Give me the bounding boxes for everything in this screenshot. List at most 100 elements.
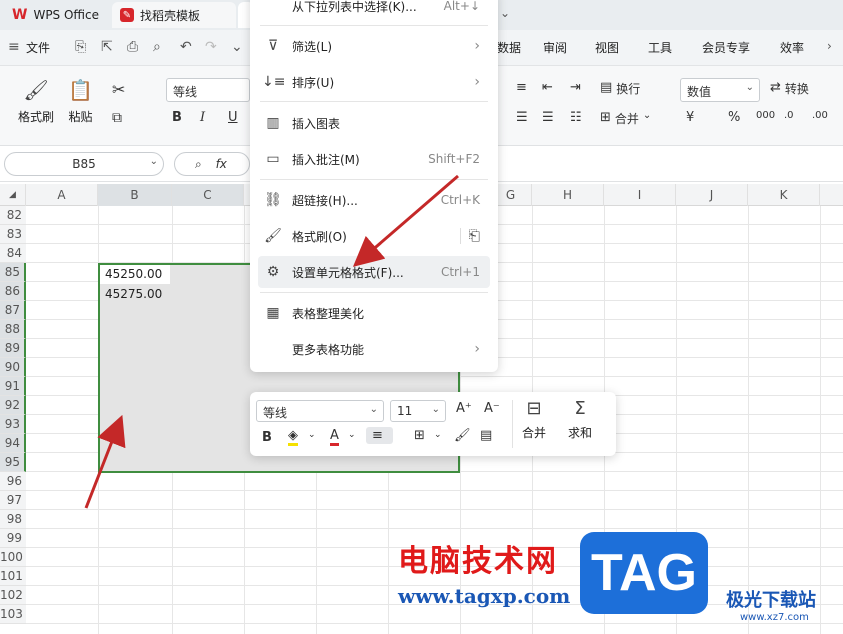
currency-icon[interactable]: ¥ (686, 110, 694, 125)
align-justify-icon[interactable]: ☷ (570, 110, 582, 125)
merge-button[interactable]: ⊞ 合并 ⌄ (600, 110, 651, 127)
wrap-button[interactable]: ▤ 换行 (600, 80, 640, 97)
col-header-c[interactable]: C (172, 184, 244, 206)
fill-color-icon[interactable]: ◈ (288, 428, 298, 446)
font-color-icon[interactable]: A (330, 428, 339, 446)
menu-tools[interactable]: 工具 (648, 39, 672, 56)
col-header-i[interactable]: I (604, 184, 676, 206)
save-icon[interactable]: ⎘ (75, 39, 86, 55)
format-painter-button[interactable]: 🖌 格式刷 (18, 78, 54, 125)
align-top-icon[interactable]: ≡ (516, 80, 527, 95)
table-style-icon[interactable]: ▤ (480, 428, 492, 443)
chevron-down-icon[interactable]: ⌄ (434, 430, 442, 440)
decimal-increase-icon[interactable]: .0 (784, 110, 794, 121)
col-header-k[interactable]: K (748, 184, 820, 206)
row-header-cell[interactable]: 87 (0, 301, 26, 320)
chevron-down-icon[interactable]: ⌄ (348, 430, 356, 440)
menu-file[interactable]: 文件 (26, 39, 50, 56)
row-header-cell[interactable]: 93 (0, 415, 26, 434)
tab-template[interactable]: ✎ 找稻壳模板 (112, 2, 236, 28)
align-center-button[interactable]: ≡ (366, 427, 393, 444)
row-header-cell[interactable]: 95 (0, 453, 26, 472)
mini-font-size-select[interactable]: 11 ⌄ (390, 400, 446, 422)
cut-icon[interactable]: ✂ (112, 80, 125, 99)
indent-decrease-icon[interactable]: ⇤ (542, 80, 553, 95)
col-header-b[interactable]: B (98, 184, 172, 206)
chevron-down-icon[interactable]: ⌄ (500, 6, 510, 20)
menu-view[interactable]: 视图 (595, 39, 619, 56)
border-icon[interactable]: ⊞ (414, 428, 425, 443)
align-center-icon[interactable]: ☰ (542, 110, 554, 125)
col-header-h[interactable]: H (532, 184, 604, 206)
menu-item-pick-from-list[interactable]: 从下拉列表中选择(K)... Alt+↓ (258, 0, 490, 22)
tab-wps-office[interactable]: W WPS Office (4, 2, 110, 28)
menu-item-insert-comment[interactable]: ▭ 插入批注(M) Shift+F2 (258, 143, 490, 175)
font-increase-icon[interactable]: A⁺ (456, 401, 472, 416)
row-header-cell[interactable]: 101 (0, 567, 26, 586)
row-header-cell[interactable]: 94 (0, 434, 26, 453)
fx-button[interactable]: fx (216, 157, 227, 171)
mini-bold-button[interactable]: B (262, 430, 272, 445)
row-header-cell[interactable]: 96 (0, 472, 26, 491)
row-header-cell[interactable]: 86 (0, 282, 26, 301)
bold-button[interactable]: B (172, 110, 182, 125)
row-header-cell[interactable]: 89 (0, 339, 26, 358)
row-header-cell[interactable]: 92 (0, 396, 26, 415)
copy-icon[interactable]: ⧉ (112, 110, 122, 126)
menu-item-sort[interactable]: ↓≡ 排序(U) › (258, 66, 490, 98)
menu-item-more-features[interactable]: 更多表格功能 › (258, 333, 490, 365)
hamburger-icon[interactable]: ≡ (8, 39, 20, 55)
menu-item-table-beautify[interactable]: ▦ 表格整理美化 (258, 297, 490, 329)
export-icon[interactable]: ⇱ (101, 39, 113, 55)
row-header-cell[interactable]: 83 (0, 225, 26, 244)
convert-button[interactable]: ⇄ 转换 (770, 80, 809, 97)
percent-icon[interactable]: % (728, 110, 740, 125)
mini-font-name-select[interactable]: 等线 ⌄ (256, 400, 384, 422)
row-header-cell[interactable]: 102 (0, 586, 26, 605)
zoom-icon[interactable]: ⌕ (195, 157, 202, 171)
row-header-cell[interactable]: 103 (0, 605, 26, 624)
font-name-select[interactable]: 等线 (166, 78, 250, 102)
menu-item-format-painter[interactable]: 🖌 格式刷(O) ⎗ (258, 220, 490, 252)
col-header-j[interactable]: J (676, 184, 748, 206)
format-painter-icon[interactable]: 🖌 (454, 428, 471, 443)
redo-icon[interactable]: ↷ (205, 39, 217, 55)
row-header-cell[interactable]: 91 (0, 377, 26, 396)
indent-increase-icon[interactable]: ⇥ (570, 80, 581, 95)
row-header-cell[interactable]: 90 (0, 358, 26, 377)
row-header-cell[interactable]: 100 (0, 548, 26, 567)
row-header-cell[interactable]: 88 (0, 320, 26, 339)
row-header-cell[interactable]: 98 (0, 510, 26, 529)
menu-item-hyperlink[interactable]: ⛓ 超链接(H)... Ctrl+K (258, 184, 490, 216)
more-icon[interactable]: › (827, 39, 832, 53)
name-box[interactable]: B85 ⌄ (4, 152, 164, 176)
chevron-down-icon[interactable]: ⌄ (231, 39, 243, 55)
number-format-select[interactable]: 数值 ⌄ (680, 78, 760, 102)
row-header-cell[interactable]: 85 (0, 263, 26, 282)
undo-icon[interactable]: ↶ (180, 39, 192, 55)
preview-icon[interactable]: ⌕ (153, 39, 161, 55)
col-header-a[interactable]: A (26, 184, 98, 206)
paste-button[interactable]: 📋 粘贴 (68, 78, 93, 125)
select-all-corner[interactable]: ◢ (0, 184, 26, 206)
align-left-icon[interactable]: ☰ (516, 110, 528, 125)
menu-data[interactable]: 数据 (497, 39, 521, 56)
print-icon[interactable]: ⎙ (127, 39, 138, 55)
mini-sum-button[interactable]: Σ 求和 (568, 398, 592, 441)
menu-efficiency[interactable]: 效率 (780, 39, 804, 56)
font-decrease-icon[interactable]: A⁻ (484, 401, 500, 416)
cell-b86[interactable]: 45275.00 (100, 285, 170, 304)
row-header-cell[interactable]: 99 (0, 529, 26, 548)
italic-button[interactable]: I (200, 110, 205, 125)
row-header-cell[interactable]: 82 (0, 206, 26, 225)
decimal-decrease-icon[interactable]: .00 (812, 110, 828, 121)
row-header-cell[interactable]: 84 (0, 244, 26, 263)
menu-review[interactable]: 审阅 (543, 39, 567, 56)
menu-item-insert-chart[interactable]: ▥ 插入图表 (258, 107, 490, 139)
cell-b85[interactable]: 45250.00 (100, 265, 170, 284)
menu-member[interactable]: 会员专享 (702, 39, 750, 56)
chevron-down-icon[interactable]: ⌄ (308, 430, 316, 440)
mini-merge-button[interactable]: ⊟ 合并 (522, 398, 546, 441)
menu-item-filter[interactable]: ⊽ 筛选(L) › (258, 30, 490, 62)
menu-item-format-cells[interactable]: ⚙ 设置单元格格式(F)... Ctrl+1 (258, 256, 490, 288)
